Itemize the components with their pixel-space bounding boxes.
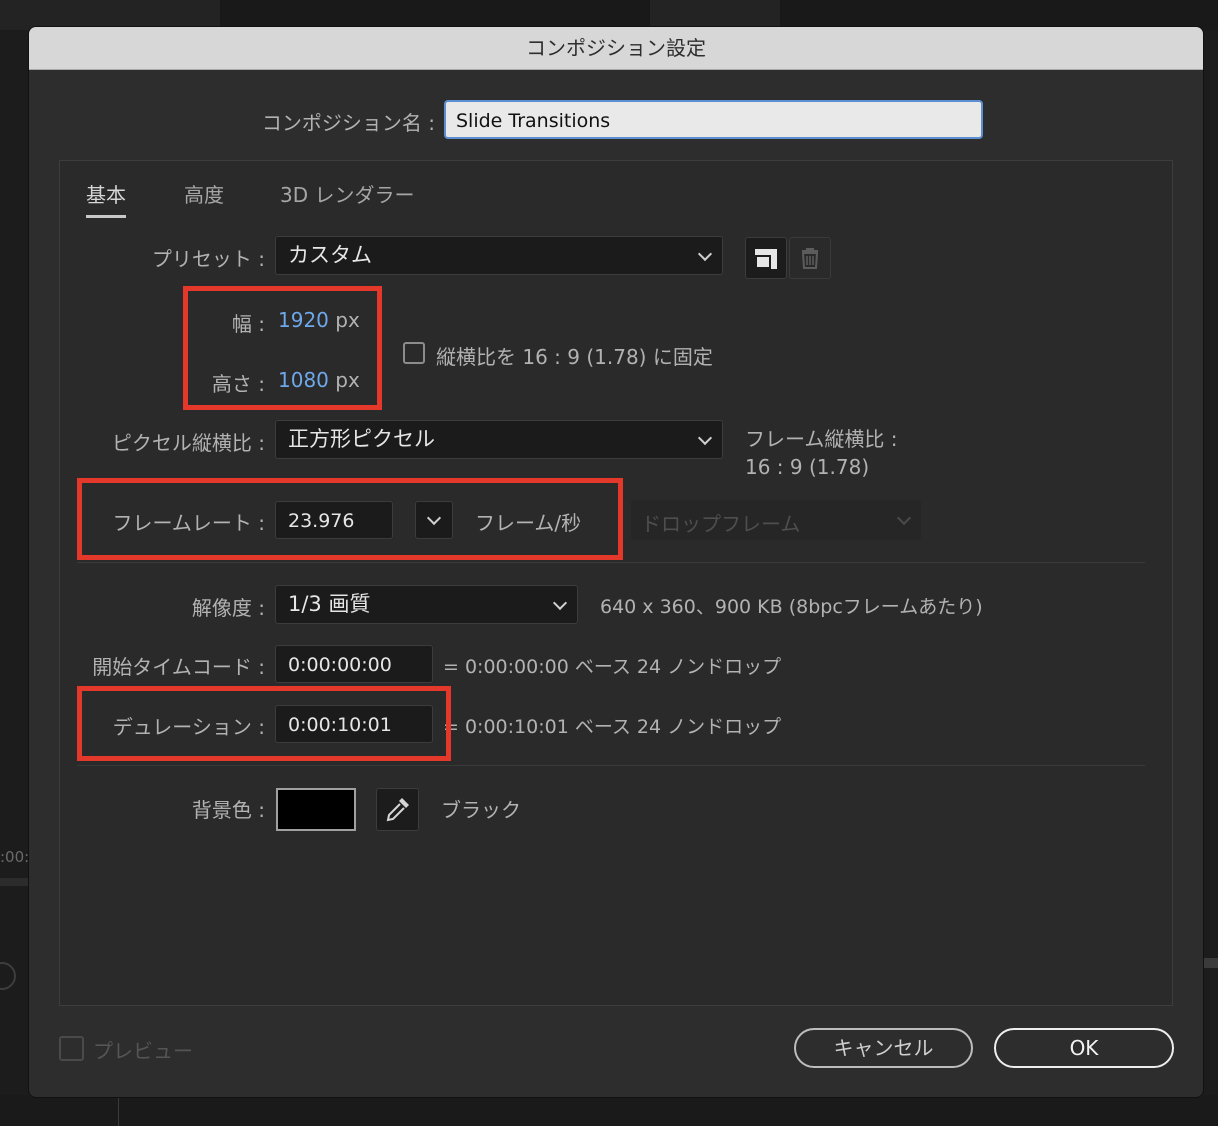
chevron-down-icon [552, 595, 568, 610]
background-color-name: ブラック [441, 798, 521, 822]
resolution-dropdown[interactable]: 1/3 画質 [275, 585, 578, 624]
tab-3d-renderer[interactable]: 3D レンダラー [280, 179, 414, 208]
preset-label: プリセット : [151, 247, 265, 271]
save-preset-button[interactable] [745, 237, 787, 279]
background-timecode: :00: [0, 848, 30, 866]
tab-advanced[interactable]: 高度 [184, 179, 224, 208]
background-strip [1203, 958, 1218, 968]
preview-checkbox[interactable] [59, 1036, 84, 1061]
eyedropper-icon [386, 798, 409, 822]
background-color-swatch[interactable] [276, 788, 356, 831]
background-panel [780, 0, 1218, 30]
highlight-box [77, 478, 623, 560]
comp-name-label: コンポジション名 : [261, 111, 435, 135]
frame-aspect-value: 16 : 9 (1.78) [745, 455, 870, 479]
drop-frame-value: ドロップフレーム [641, 512, 801, 536]
resolution-info: 640 x 360、900 KB (8bpcフレームあたり) [600, 596, 983, 618]
pixel-aspect-label: ピクセル縦横比 : [111, 431, 265, 455]
comp-name-input[interactable]: Slide Transitions [444, 100, 983, 139]
eyedropper-button[interactable] [376, 788, 419, 831]
background-circle-icon [0, 962, 16, 990]
preset-dropdown[interactable]: カスタム [275, 236, 723, 275]
duration-info: = 0:00:10:01 ベース 24 ノンドロップ [443, 716, 782, 738]
ok-button[interactable]: OK [994, 1028, 1174, 1068]
background-color-label: 背景色 : [191, 798, 265, 822]
save-preset-icon [755, 249, 777, 269]
background-panel [0, 1095, 1218, 1126]
divider [77, 562, 1145, 563]
start-timecode-input[interactable]: 0:00:00:00 [275, 645, 433, 683]
highlight-box [183, 286, 382, 410]
composition-settings-dialog: コンポジション設定 コンポジション名 : Slide Transitions 基… [29, 27, 1203, 1097]
preset-value: カスタム [288, 243, 372, 267]
dialog-title: コンポジション設定 [29, 27, 1203, 70]
cancel-button[interactable]: キャンセル [794, 1028, 973, 1068]
aspect-lock-checkbox[interactable] [403, 342, 425, 364]
background-divider [118, 1095, 119, 1126]
aspect-lock-label: 縦横比を 16 : 9 (1.78) に固定 [436, 345, 713, 369]
frame-aspect-label: フレーム縦横比 : [745, 427, 898, 451]
divider [77, 765, 1145, 766]
highlight-box [77, 686, 451, 761]
background-strip [0, 878, 30, 886]
background-panel [220, 0, 650, 30]
resolution-label: 解像度 : [191, 596, 265, 620]
chevron-down-icon [697, 246, 713, 261]
drop-frame-dropdown: ドロップフレーム [631, 500, 921, 540]
chevron-down-icon [697, 430, 713, 445]
pixel-aspect-dropdown[interactable]: 正方形ピクセル [275, 420, 723, 459]
resolution-value: 1/3 画質 [288, 592, 371, 616]
background-panel [0, 0, 220, 30]
preview-label: プレビュー [93, 1039, 193, 1063]
tab-basic[interactable]: 基本 [86, 179, 126, 218]
background-panel [650, 0, 780, 30]
comp-name-value: Slide Transitions [456, 110, 611, 132]
delete-preset-button[interactable] [789, 237, 831, 279]
start-timecode-info: = 0:00:00:00 ベース 24 ノンドロップ [443, 656, 782, 678]
chevron-down-icon [896, 510, 912, 526]
start-timecode-label: 開始タイムコード : [92, 655, 265, 679]
trash-icon [801, 248, 819, 269]
pixel-aspect-value: 正方形ピクセル [288, 427, 435, 451]
